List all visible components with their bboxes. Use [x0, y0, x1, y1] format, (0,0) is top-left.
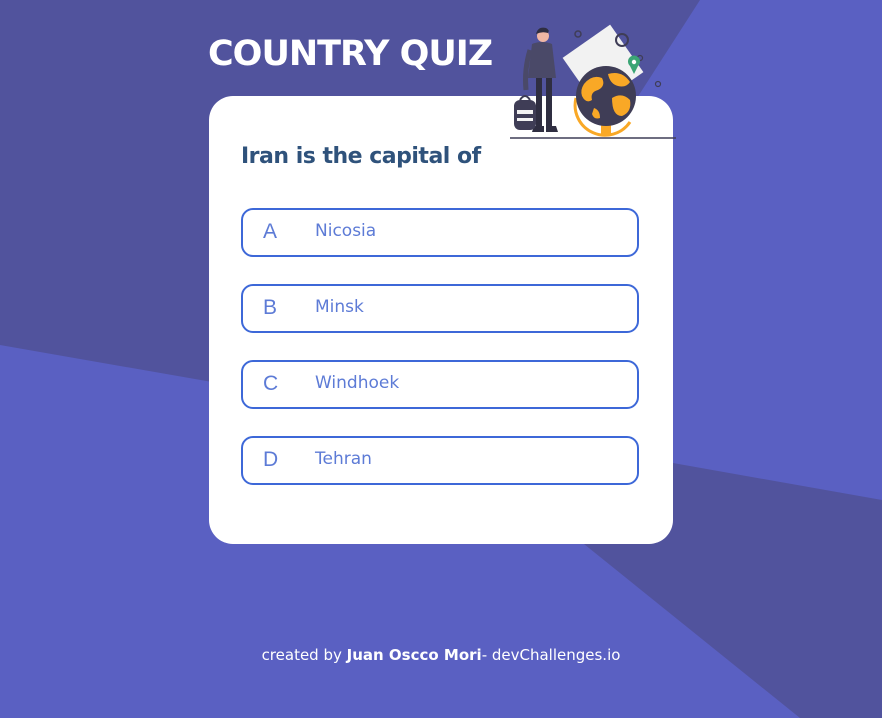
page-title: COUNTRY QUIZ — [208, 34, 493, 74]
footer-credit: created by Juan Oscco Mori- devChallenge… — [0, 646, 882, 664]
question-text: Iran is the capital of — [241, 144, 481, 169]
option-c-button[interactable]: C Windhoek — [241, 360, 639, 409]
option-letter: A — [263, 220, 278, 243]
option-label: Windhoek — [315, 373, 400, 393]
option-a-button[interactable]: A Nicosia — [241, 208, 639, 257]
option-label: Tehran — [315, 449, 372, 469]
adventure-globe-illustration-icon — [510, 24, 676, 139]
footer-suffix: - devChallenges.io — [481, 646, 621, 664]
footer-prefix: created by — [261, 646, 347, 664]
option-label: Minsk — [315, 297, 364, 317]
quiz-card: Iran is the capital of A Nicosia B Minsk… — [209, 96, 673, 544]
option-letter: D — [263, 448, 279, 471]
option-letter: C — [263, 372, 279, 395]
option-letter: B — [263, 296, 278, 319]
option-b-button[interactable]: B Minsk — [241, 284, 639, 333]
footer-author: Juan Oscco Mori — [346, 646, 482, 664]
option-d-button[interactable]: D Tehran — [241, 436, 639, 485]
option-label: Nicosia — [315, 221, 377, 241]
